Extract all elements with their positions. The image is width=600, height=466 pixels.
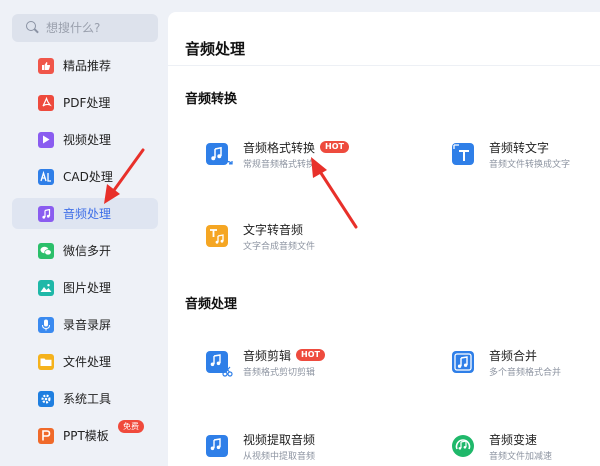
main-panel: 音频处理 音频转换 音频格式转换 HOT 常规音频格式转换 音频转文字 音频文件转… (168, 12, 600, 466)
sidebar-item-label: 音频处理 (63, 207, 112, 221)
tool-name: 文字转音频 (243, 222, 304, 237)
sidebar-item-label: 系统工具 (63, 392, 112, 406)
sidebar-item-label: 微信多开 (63, 244, 112, 258)
hot-badge: HOT (296, 349, 325, 361)
sidebar-item-audio[interactable]: 音频处理 (12, 198, 158, 229)
search-box[interactable] (12, 14, 158, 42)
ppt-icon (38, 427, 54, 444)
tool-name: 音频转文字 (489, 140, 550, 155)
sidebar-item-pdf[interactable]: PDF处理 (12, 87, 158, 118)
sidebar-item-ppt[interactable]: PPT模板 免费 (12, 420, 158, 451)
thumbs-up-icon (38, 57, 54, 74)
audio-merge-icon (452, 351, 474, 373)
audio-to-text-icon (452, 143, 474, 165)
free-badge: 免费 (118, 420, 144, 433)
tool-description: 音频文件加减速 (489, 452, 553, 462)
cad-icon (38, 168, 54, 185)
sidebar-item-label: 文件处理 (63, 355, 112, 369)
tool-name: 音频合并 (489, 348, 538, 363)
tool-description: 常规音频格式转换 (243, 160, 316, 170)
sidebar-item-image[interactable]: 图片处理 (12, 272, 158, 303)
sidebar-item-recording[interactable]: 录音录屏 (12, 309, 158, 340)
text-to-audio-icon (206, 225, 228, 247)
wechat-icon (38, 242, 54, 259)
tool-description: 从视频中提取音频 (243, 452, 316, 462)
sidebar-item-label: CAD处理 (63, 170, 113, 184)
music-note-icon (38, 205, 54, 222)
tool-name: 视频提取音频 (243, 432, 316, 447)
sidebar-item-system-tools[interactable]: 系统工具 (12, 383, 158, 414)
sidebar-item-label: PDF处理 (63, 96, 111, 110)
speed-icon (452, 435, 474, 457)
pdf-icon (38, 94, 54, 111)
play-icon (38, 131, 54, 148)
sidebar-item-label: 视频处理 (63, 133, 112, 147)
tool-description: 文字合成音频文件 (243, 242, 316, 252)
sidebar-item-label: PPT模板 (63, 429, 109, 443)
sidebar-item-files[interactable]: 文件处理 (12, 346, 158, 377)
gear-icon (38, 390, 54, 407)
search-icon (26, 21, 40, 35)
microphone-icon (38, 316, 54, 333)
tool-audio-speed[interactable]: 音频变速 音频文件加减速 (452, 430, 552, 462)
tool-audio-edit[interactable]: 音频剪辑 HOT 音频格式剪切剪辑 (206, 346, 325, 378)
sidebar-item-cad[interactable]: CAD处理 (12, 161, 158, 192)
extract-audio-icon (206, 435, 228, 457)
audio-convert-icon (206, 143, 233, 165)
tool-description: 音频文件转换成文字 (489, 160, 571, 170)
sidebar-item-featured[interactable]: 精品推荐 (12, 50, 158, 81)
section-title-audio-conversion: 音频转换 (185, 92, 238, 107)
folder-icon (38, 353, 54, 370)
sidebar: 精品推荐 PDF处理 视频处理 CAD处理 音频处理 微信多开 (0, 0, 168, 466)
tool-description: 多个音频格式合并 (489, 368, 562, 378)
tool-name: 音频剪辑 (243, 348, 292, 363)
tool-description: 音频格式剪切剪辑 (243, 368, 316, 378)
page-title: 音频处理 (185, 40, 246, 58)
tool-audio-merge[interactable]: 音频合并 多个音频格式合并 (452, 346, 561, 378)
tool-name: 音频格式转换 (243, 140, 316, 155)
title-divider (168, 65, 600, 66)
section-title-audio-processing: 音频处理 (185, 297, 238, 312)
tool-audio-format-convert[interactable]: 音频格式转换 HOT 常规音频格式转换 (206, 138, 349, 170)
tool-extract-audio-from-video[interactable]: 视频提取音频 从视频中提取音频 (206, 430, 315, 462)
sidebar-item-video[interactable]: 视频处理 (12, 124, 158, 155)
sidebar-item-label: 图片处理 (63, 281, 112, 295)
tool-audio-to-text[interactable]: 音频转文字 音频文件转换成文字 (452, 138, 570, 170)
search-input[interactable] (46, 21, 156, 35)
tool-name: 音频变速 (489, 432, 538, 447)
sidebar-item-label: 精品推荐 (63, 59, 112, 73)
image-icon (38, 279, 54, 296)
tool-text-to-audio[interactable]: 文字转音频 文字合成音频文件 (206, 220, 315, 252)
sidebar-item-wechat[interactable]: 微信多开 (12, 235, 158, 266)
hot-badge: HOT (320, 141, 349, 153)
sidebar-item-label: 录音录屏 (63, 318, 112, 332)
audio-cut-icon (206, 351, 233, 377)
